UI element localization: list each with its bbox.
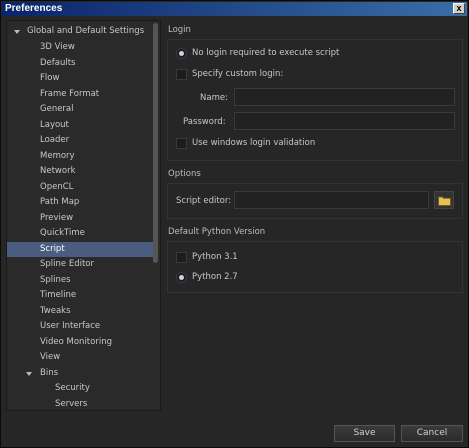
tree-item-label: Video Monitoring xyxy=(40,336,112,347)
tree-item-label: Tweaks xyxy=(40,305,71,316)
name-field[interactable] xyxy=(234,88,455,106)
tree-item-label: Network xyxy=(40,166,76,176)
tree-item-label: Memory xyxy=(40,150,75,161)
tree-item-security[interactable]: Security xyxy=(7,381,153,396)
tree-item-label: General xyxy=(40,104,74,114)
tree-item-general[interactable]: General xyxy=(7,102,153,117)
settings-tree[interactable]: Global and Default Settings 3D View Defau… xyxy=(6,20,161,411)
tree-item-label: Timeline xyxy=(40,290,77,300)
python3-label: Python 3.1 xyxy=(192,252,238,262)
tree-item-3d-view[interactable]: 3D View xyxy=(7,40,153,55)
preferences-window: Preferences x Global and Default Setting… xyxy=(0,0,469,448)
window-title: Preferences xyxy=(5,3,63,14)
tree-item-label: Layout xyxy=(40,119,69,130)
tree-item-memory[interactable]: Memory xyxy=(7,149,153,164)
tree-item-label: Defaults xyxy=(40,57,76,68)
tree-item-flow[interactable]: Flow xyxy=(7,71,153,86)
name-label: Name: xyxy=(200,93,228,103)
tree-item-view[interactable]: View xyxy=(7,350,153,365)
script-editor-field[interactable] xyxy=(234,191,429,209)
tree-item-spline-editor[interactable]: Spline Editor xyxy=(7,257,153,272)
tree-item-user-interface[interactable]: User Interface xyxy=(7,319,153,334)
password-label: Password: xyxy=(183,117,226,127)
options-section-title: Options xyxy=(168,169,201,179)
no-login-label: No login required to execute script xyxy=(192,48,340,58)
custom-login-label: Specify custom login: xyxy=(192,69,284,79)
tree-item-label: View xyxy=(40,352,61,362)
tree-bins-item[interactable]: Bins xyxy=(7,366,153,381)
python2-radio[interactable] xyxy=(176,272,187,283)
tree-item-timeline[interactable]: Timeline xyxy=(7,288,153,303)
save-button[interactable]: Save xyxy=(334,425,395,442)
tree-item-label: OpenCL xyxy=(40,181,74,192)
tree-root-label: Global and Default Settings xyxy=(27,26,145,36)
tree-item-label: Loader xyxy=(40,135,70,145)
python3-checkbox[interactable] xyxy=(176,252,187,263)
close-icon[interactable]: x xyxy=(453,3,465,14)
python2-label: Python 2.7 xyxy=(192,272,238,282)
tree-item-label: Script xyxy=(40,243,65,254)
tree-item-label: User Interface xyxy=(40,321,101,331)
tree-item-label: Flow xyxy=(40,73,60,83)
expand-arrow-icon[interactable] xyxy=(14,30,20,34)
tree-root-item[interactable]: Global and Default Settings xyxy=(7,24,153,39)
python-group xyxy=(167,241,463,293)
tree-item-splines[interactable]: Splines xyxy=(7,273,153,288)
window-titlebar[interactable]: Preferences x xyxy=(2,2,467,16)
python-section-title: Default Python Version xyxy=(168,227,266,237)
browse-button[interactable] xyxy=(434,191,454,209)
tree-item-frame-format[interactable]: Frame Format xyxy=(7,87,153,102)
tree-item-layout[interactable]: Layout xyxy=(7,118,153,133)
tree-item-servers[interactable]: Servers xyxy=(7,397,153,411)
tree-item-network[interactable]: Network xyxy=(7,164,153,179)
tree-item-label: Path Map xyxy=(40,197,80,207)
tree-item-label: QuickTime xyxy=(40,228,85,238)
windows-login-checkbox[interactable] xyxy=(176,138,187,149)
folder-icon xyxy=(438,196,451,206)
tree-scrollbar[interactable] xyxy=(153,23,158,263)
tree-item-path-map[interactable]: Path Map xyxy=(7,195,153,210)
tree-item-label: 3D View xyxy=(40,42,75,52)
cancel-button[interactable]: Cancel xyxy=(401,425,463,442)
windows-login-label: Use windows login validation xyxy=(192,138,316,148)
tree-item-loader[interactable]: Loader xyxy=(7,133,153,148)
tree-item-label: Servers xyxy=(55,398,88,409)
tree-item-defaults[interactable]: Defaults xyxy=(7,56,153,71)
tree-item-opencl[interactable]: OpenCL xyxy=(7,180,153,195)
tree-item-label: Frame Format xyxy=(40,88,100,99)
tree-item-script[interactable]: Script xyxy=(7,241,153,257)
password-field[interactable] xyxy=(234,112,455,130)
script-editor-label: Script editor: xyxy=(176,196,232,206)
tree-item-label: Splines xyxy=(40,274,71,285)
tree-item-label: Security xyxy=(55,383,90,393)
tree-item-preview[interactable]: Preview xyxy=(7,211,153,226)
tree-item-label: Preview xyxy=(40,212,74,223)
no-login-radio[interactable] xyxy=(176,48,187,59)
tree-bins-label: Bins xyxy=(40,367,59,378)
login-section-title: Login xyxy=(168,25,191,35)
tree-item-video-monitoring[interactable]: Video Monitoring xyxy=(7,335,153,350)
tree-item-quicktime[interactable]: QuickTime xyxy=(7,226,153,241)
tree-item-tweaks[interactable]: Tweaks xyxy=(7,304,153,319)
tree-item-label: Spline Editor xyxy=(40,259,94,269)
custom-login-checkbox[interactable] xyxy=(176,69,187,80)
expand-arrow-icon[interactable] xyxy=(26,371,32,376)
